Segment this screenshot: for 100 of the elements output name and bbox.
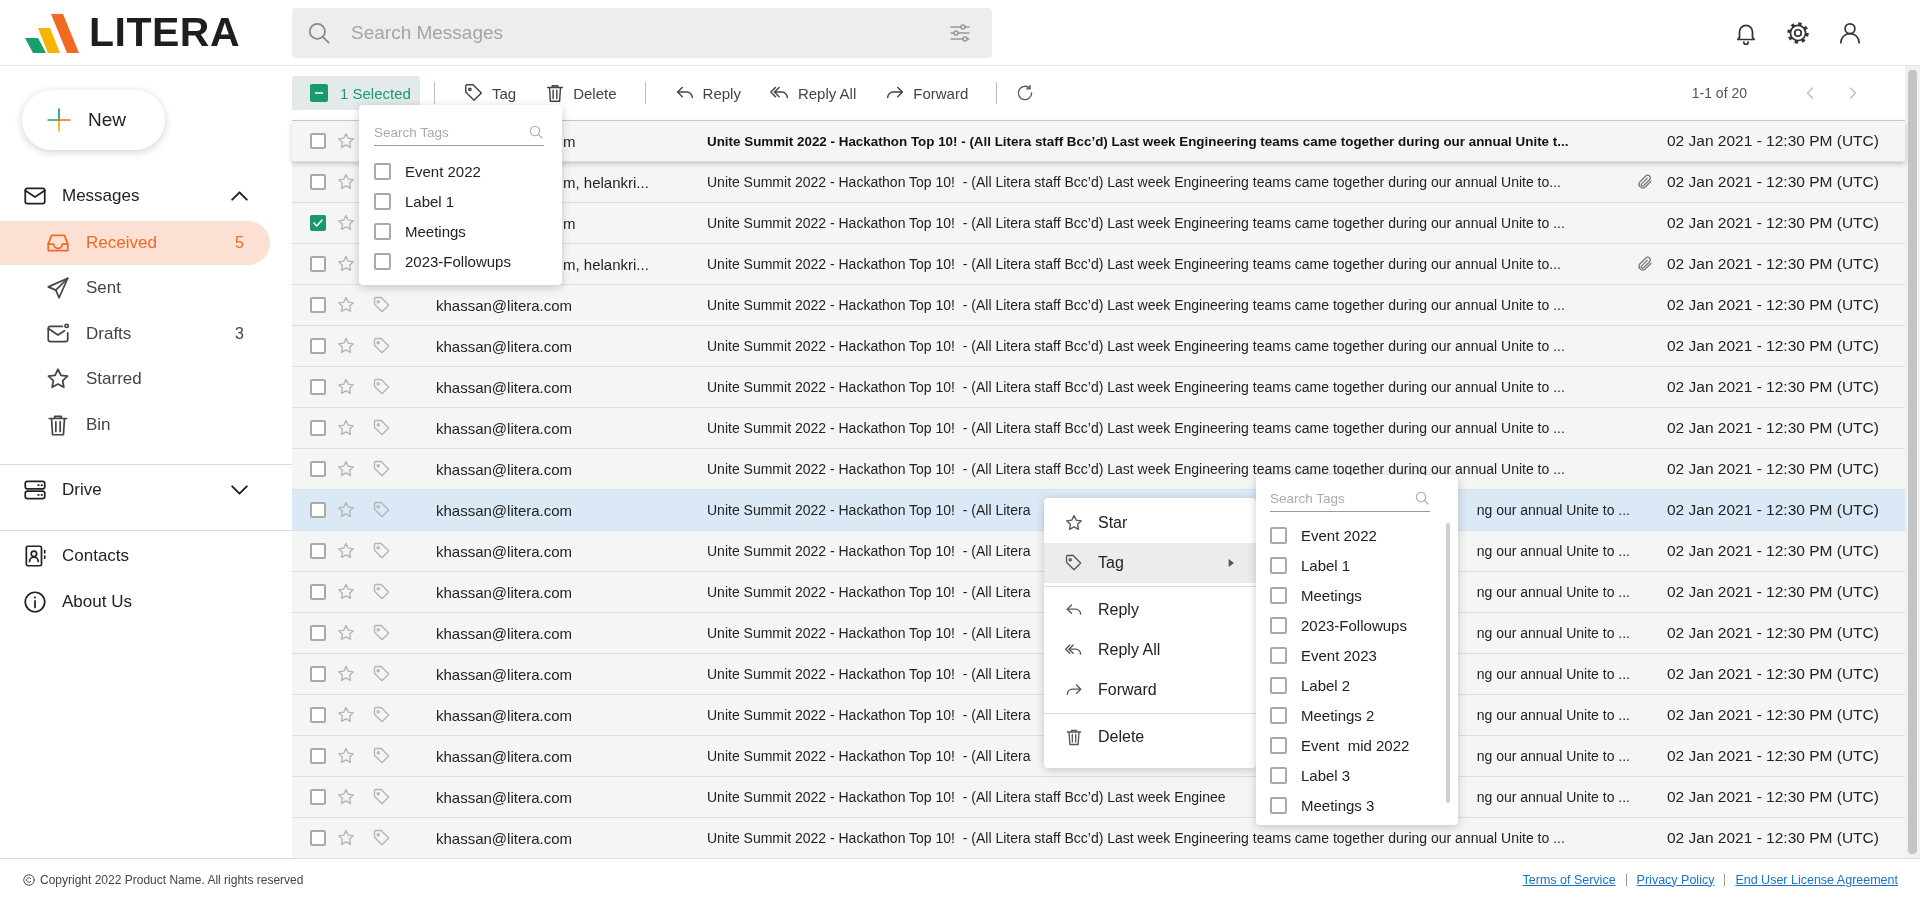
checkbox[interactable]: [1270, 586, 1287, 604]
star-icon[interactable]: [336, 787, 356, 807]
scrollbar[interactable]: [1446, 523, 1450, 803]
checkbox[interactable]: [310, 297, 326, 313]
tag-label[interactable]: 2023-Followups: [405, 252, 511, 270]
search-field[interactable]: Search Messages: [351, 21, 948, 44]
tag-icon[interactable]: [372, 746, 392, 766]
toolbar-button[interactable]: Reply: [659, 76, 755, 110]
checkbox[interactable]: [310, 215, 326, 231]
tag-icon[interactable]: [372, 459, 392, 479]
checkbox[interactable]: [310, 584, 326, 600]
tag-icon[interactable]: [372, 664, 392, 684]
tag-label[interactable]: Event mid 2022: [1301, 736, 1410, 754]
settings-icon[interactable]: [1785, 19, 1811, 46]
star-icon[interactable]: [336, 172, 356, 192]
nav-item[interactable]: Starred: [0, 357, 270, 401]
toolbar-button[interactable]: Reply All: [754, 76, 871, 110]
chevron-icon[interactable]: [231, 191, 248, 201]
tag-icon[interactable]: [372, 336, 392, 356]
checkbox[interactable]: [374, 222, 391, 240]
star-icon[interactable]: [336, 377, 356, 397]
toolbar-button[interactable]: Forward: [870, 76, 983, 110]
nav-item[interactable]: Bin: [0, 402, 270, 447]
checkbox[interactable]: [310, 830, 326, 846]
checkbox[interactable]: [310, 748, 326, 764]
star-icon[interactable]: [336, 705, 356, 725]
menu-item[interactable]: Reply: [1044, 590, 1256, 630]
tag-search-field[interactable]: Search Tags: [374, 124, 528, 140]
tag-icon[interactable]: [372, 582, 392, 602]
scrollbar[interactable]: [1905, 66, 1920, 858]
section-header[interactable]: Messages: [0, 173, 270, 219]
checkbox[interactable]: [310, 379, 326, 395]
checkbox[interactable]: [1270, 616, 1287, 634]
tag-label[interactable]: Meetings: [1301, 586, 1362, 604]
checkbox[interactable]: [1270, 646, 1287, 664]
tag-icon[interactable]: [372, 541, 392, 561]
checkbox[interactable]: [310, 666, 326, 682]
checkbox[interactable]: [374, 252, 391, 270]
tag-icon[interactable]: [372, 828, 392, 848]
checkbox[interactable]: [374, 162, 391, 180]
checkbox[interactable]: [310, 420, 326, 436]
checkbox[interactable]: [310, 543, 326, 559]
tag-icon[interactable]: [372, 787, 392, 807]
checkbox[interactable]: [1270, 676, 1287, 694]
star-icon[interactable]: [336, 131, 356, 151]
nav-item[interactable]: Drafts 3: [0, 311, 270, 356]
footer-link[interactable]: End User License Agreement: [1735, 872, 1898, 887]
star-icon[interactable]: [336, 295, 356, 315]
star-icon[interactable]: [336, 623, 356, 643]
star-icon[interactable]: [336, 418, 356, 438]
checkbox[interactable]: [310, 707, 326, 723]
star-icon[interactable]: [336, 664, 356, 684]
checkbox[interactable]: [1270, 556, 1287, 574]
nav-link[interactable]: Contacts: [62, 545, 130, 566]
checkbox[interactable]: [310, 133, 326, 149]
checkbox[interactable]: [310, 174, 326, 190]
menu-item[interactable]: Forward: [1044, 670, 1256, 710]
section-header[interactable]: Drive: [0, 466, 270, 513]
message-row[interactable]: khassan@litera.com Unite Summit 2022 - Hackathon Top 10! - (All Litera staff Bcc’d) Last week Engineering teams came together during our annual Unite to ... 02 Jan 2021 - 12:30 PM (UTC): [292, 326, 1905, 367]
chevron-icon[interactable]: [231, 484, 248, 495]
checkbox[interactable]: [310, 625, 326, 641]
checkbox[interactable]: [1270, 736, 1287, 754]
tag-label[interactable]: Meetings 3: [1301, 796, 1375, 814]
message-row[interactable]: khassan@litera.com Unite Summit 2022 - Hackathon Top 10! - (All Litera staff Bcc’d) Last week Engineering teams came together during our annual Unite to ... 02 Jan 2021 - 12:30 PM (UTC): [292, 285, 1905, 326]
nav-item[interactable]: Sent: [0, 266, 270, 310]
tag-icon[interactable]: [372, 377, 392, 397]
tag-icon[interactable]: [372, 418, 392, 438]
toolbar-button[interactable]: Tag: [449, 76, 531, 110]
search-bar[interactable]: Search Messages: [292, 7, 992, 58]
footer-link[interactable]: Terms of Service: [1522, 872, 1616, 887]
menu-item[interactable]: Tag: [1044, 543, 1256, 583]
checkbox[interactable]: [374, 192, 391, 210]
footer-link[interactable]: Privacy Policy: [1636, 872, 1715, 887]
message-row[interactable]: khassan@litera.com Unite Summit 2022 - Hackathon Top 10! - (All Litera staff Bcc’d) Last week Engineering teams came together during our annual Unite to ... 02 Jan 2021 - 12:30 PM (UTC): [292, 408, 1905, 449]
toolbar-button[interactable]: Delete: [530, 76, 631, 110]
menu-item[interactable]: Delete: [1044, 717, 1256, 757]
checkbox[interactable]: [1270, 526, 1287, 544]
tag-label[interactable]: Event 2023: [1301, 646, 1377, 664]
star-icon[interactable]: [336, 459, 356, 479]
checkbox[interactable]: [1270, 796, 1287, 814]
tag-label[interactable]: Meetings 2: [1301, 706, 1375, 724]
checkbox[interactable]: [1270, 706, 1287, 724]
star-icon[interactable]: [336, 582, 356, 602]
tag-label[interactable]: 2023-Followups: [1301, 616, 1407, 634]
tag-label[interactable]: Meetings: [405, 222, 466, 240]
tag-icon[interactable]: [372, 705, 392, 725]
star-icon[interactable]: [336, 828, 356, 848]
star-icon[interactable]: [336, 254, 356, 274]
menu-item[interactable]: Star: [1044, 503, 1256, 543]
star-icon[interactable]: [336, 746, 356, 766]
message-row[interactable]: khassan@litera.com Unite Summit 2022 - Hackathon Top 10! - (All Litera staff Bcc’d) Last week Engineering teams came together during our annual Unite to ... 02 Jan 2021 - 12:30 PM (UTC): [292, 367, 1905, 408]
nav-link[interactable]: About Us: [62, 591, 132, 612]
checkbox[interactable]: [310, 461, 326, 477]
star-icon[interactable]: [336, 336, 356, 356]
tag-label[interactable]: Label 2: [1301, 676, 1351, 694]
tag-search-field[interactable]: Search Tags: [1270, 490, 1414, 506]
tag-icon[interactable]: [372, 500, 392, 520]
tag-label[interactable]: Event 2022: [405, 162, 481, 180]
menu-item[interactable]: Reply All: [1044, 630, 1256, 670]
star-icon[interactable]: [336, 541, 356, 561]
